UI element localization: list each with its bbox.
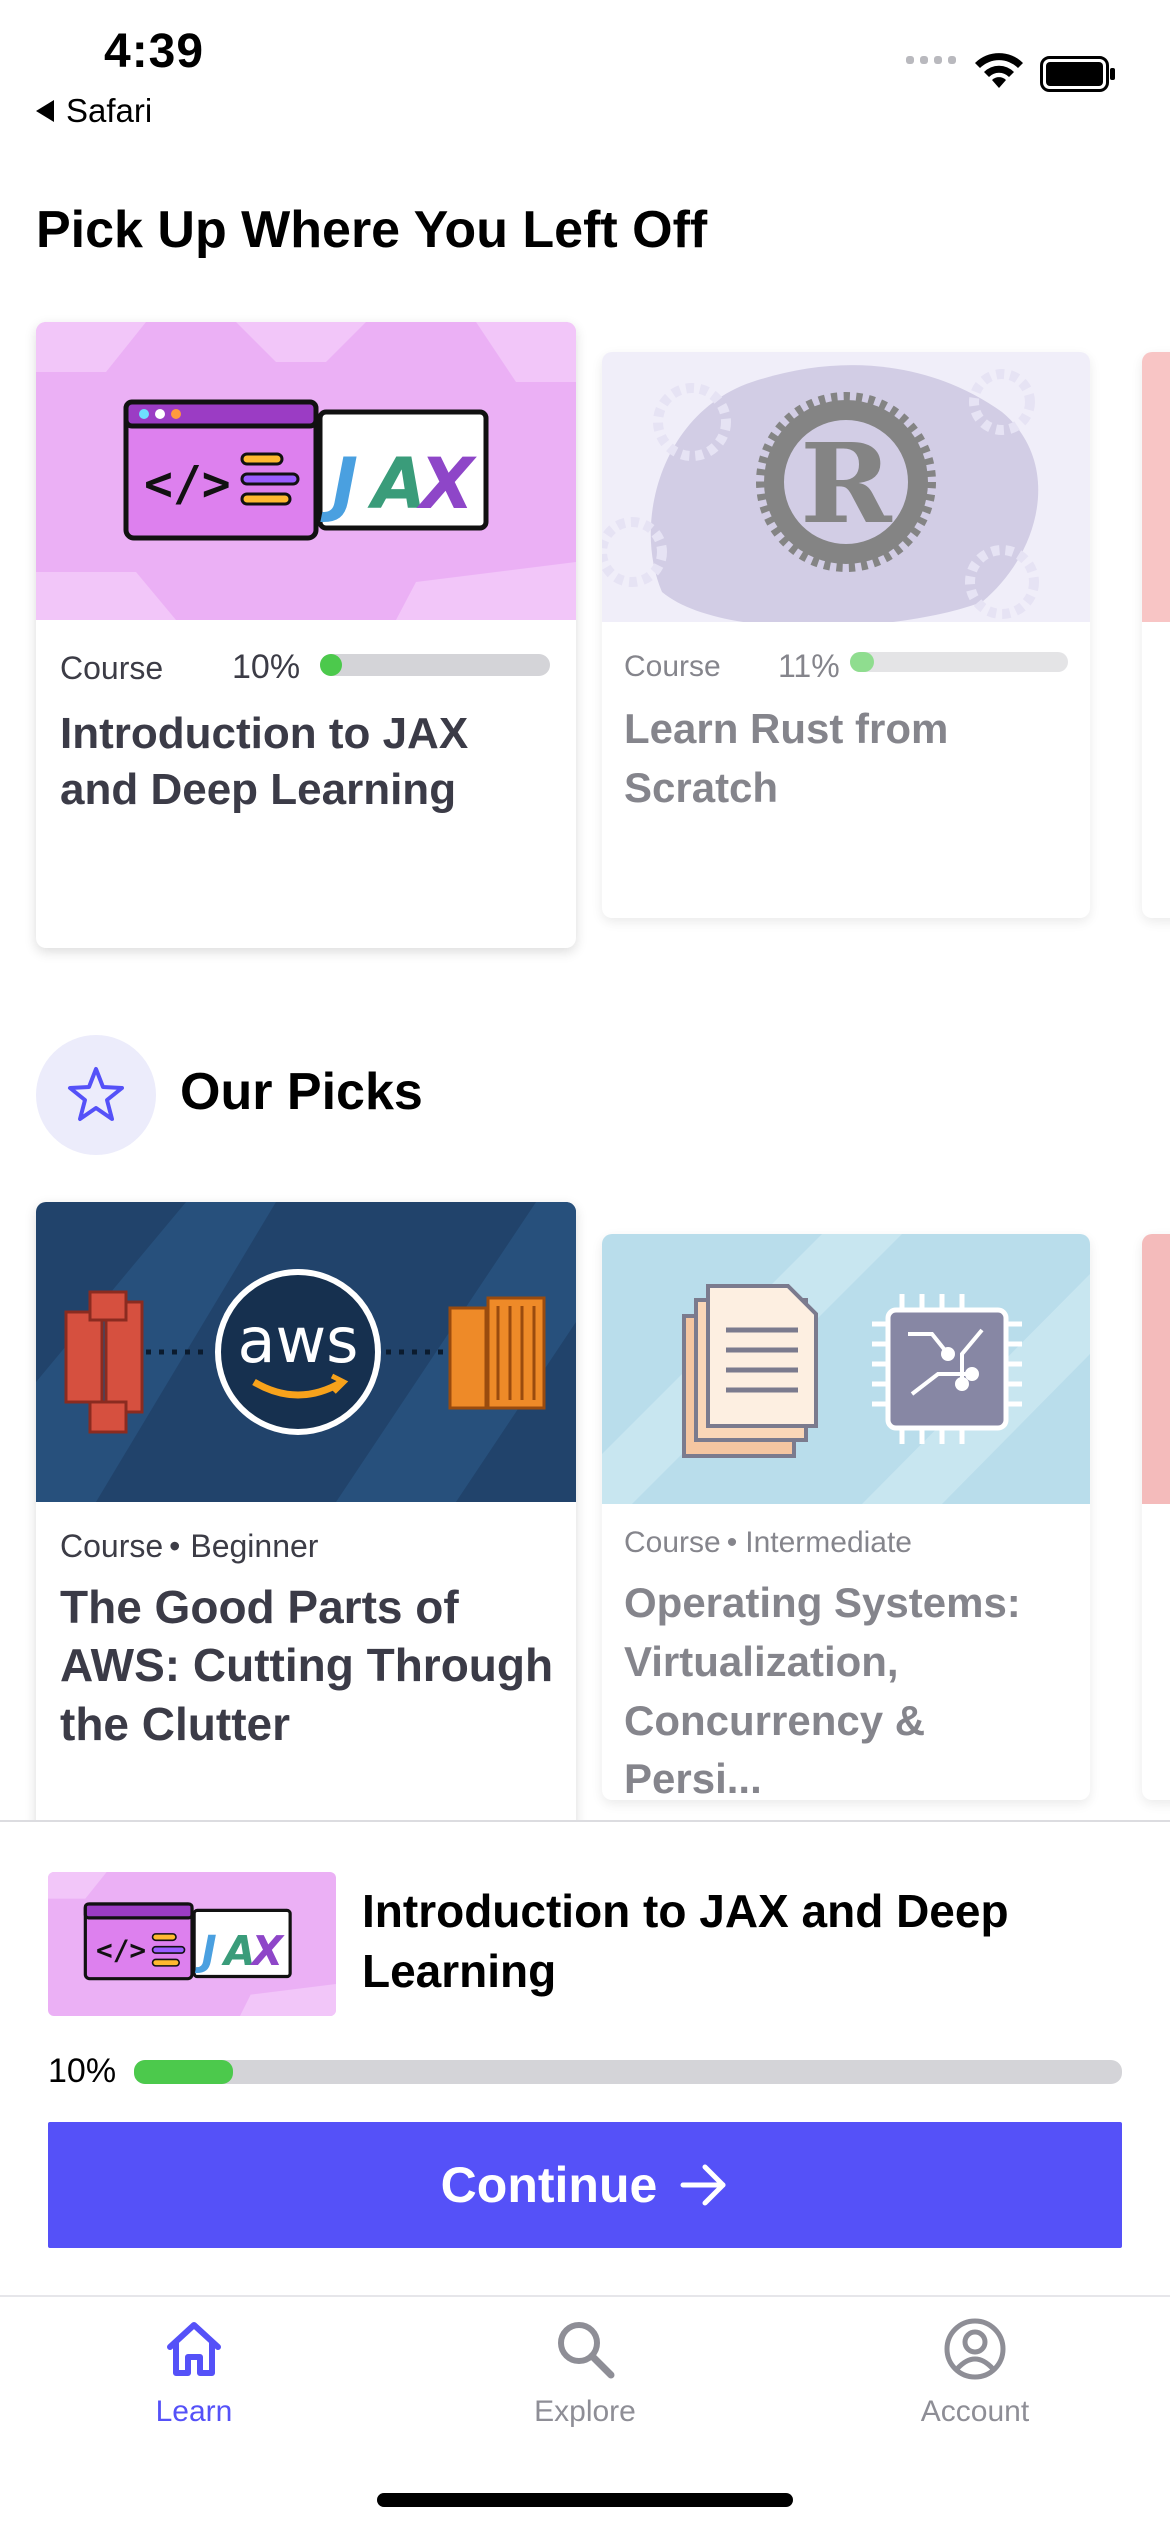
- jax-course-illustration: </> J A X: [48, 1872, 336, 2016]
- home-indicator[interactable]: [377, 2493, 793, 2507]
- back-to-app-link[interactable]: Safari: [36, 92, 152, 130]
- resume-progress-percent: 10%: [48, 2052, 117, 2090]
- progress-bar-fill: [320, 654, 342, 676]
- course-title: Operating Systems: Virtualization, Concu…: [624, 1579, 1021, 1800]
- progress-bar: [320, 654, 550, 676]
- home-icon: [167, 2322, 221, 2376]
- continue-button[interactable]: Continue: [48, 2122, 1122, 2248]
- svg-text:</>: </>: [96, 1933, 146, 1966]
- svg-text:R: R: [800, 419, 893, 548]
- course-level-label: Intermediate: [745, 1526, 912, 1559]
- svg-text:X: X: [416, 443, 477, 525]
- section-title-picks: Our Picks: [180, 1063, 423, 1121]
- tab-explore[interactable]: Explore: [465, 2317, 705, 2429]
- progress-percent: 10%: [232, 648, 301, 686]
- aws-course-illustration: aws: [36, 1202, 576, 1502]
- course-thumbnail: </> J A X: [36, 322, 576, 620]
- wifi-icon: [975, 53, 1023, 88]
- rust-course-illustration: R: [602, 365, 1039, 622]
- course-card-peek[interactable]: [1142, 352, 1170, 918]
- course-card-rust[interactable]: R Course 11% Learn Rust from Scratch: [602, 352, 1090, 918]
- course-card-operating-systems[interactable]: Course • Intermediate Operating Systems:…: [602, 1234, 1090, 1800]
- course-title: Introduction to JAX and Deep Learning: [60, 709, 469, 814]
- course-title: The Good Parts of AWS: Cutting Through t…: [60, 1581, 554, 1750]
- course-meta: Course • Intermediate: [624, 1526, 912, 1560]
- course-thumbnail: [602, 1234, 1090, 1504]
- search-icon: [558, 2322, 615, 2379]
- progress-bar: [850, 652, 1068, 672]
- course-type-label: Course: [624, 1526, 721, 1559]
- tab-explore-label: Explore: [534, 2395, 636, 2428]
- course-thumbnail: [1142, 352, 1170, 622]
- aws-logo-text: aws: [237, 1304, 358, 1377]
- status-time: 4:39: [104, 25, 205, 78]
- course-thumbnail: [1142, 1234, 1170, 1504]
- resume-progress-bar: [134, 2060, 1122, 2084]
- course-level-label: Beginner: [190, 1528, 319, 1564]
- account-icon: [944, 2318, 1006, 2380]
- course-card-aws[interactable]: aws Course • Beginner The Good Parts of …: [36, 1202, 576, 1842]
- svg-text:A: A: [367, 443, 426, 525]
- back-app-label: Safari: [66, 92, 153, 129]
- resume-progress-bar-fill: [134, 2060, 233, 2084]
- svg-text:A: A: [221, 1927, 255, 1975]
- continue-button-label: Continue: [440, 2157, 658, 2213]
- svg-text:X: X: [249, 1927, 285, 1975]
- section-title-continue: Pick Up Where You Left Off: [36, 201, 708, 259]
- battery-icon: [1040, 56, 1115, 92]
- our-picks-badge: [36, 1035, 156, 1155]
- cellular-signal-icon: [906, 56, 956, 64]
- course-type-label: Course: [60, 650, 164, 686]
- os-course-illustration: [602, 1234, 1090, 1504]
- meta-dot: •: [726, 1526, 738, 1559]
- course-meta: Course: [60, 650, 163, 687]
- course-type-label: Course: [60, 1528, 164, 1564]
- jax-course-illustration: </> J A X: [36, 322, 576, 620]
- resume-course-thumbnail: </> J A X: [48, 1872, 336, 2016]
- tab-account[interactable]: Account: [855, 2317, 1095, 2429]
- resume-course-panel: </> J A X Introduction to JAX and Deep L…: [0, 1820, 1170, 2297]
- svg-text:</>: </>: [144, 456, 231, 512]
- course-title: Learn Rust from Scratch: [624, 705, 949, 811]
- resume-course-title: Introduction to JAX and Deep Learning: [362, 1885, 1009, 1997]
- course-card-jax[interactable]: </> J A X Course 10% Introduction to JAX…: [36, 322, 576, 948]
- course-card-peek[interactable]: [1142, 1234, 1170, 1800]
- tab-learn[interactable]: Learn: [74, 2317, 314, 2429]
- tab-account-label: Account: [920, 2395, 1030, 2428]
- back-arrow-icon: [36, 100, 54, 122]
- course-meta: Course • Beginner: [60, 1528, 318, 1565]
- progress-percent: 11%: [778, 648, 840, 684]
- course-thumbnail: aws: [36, 1202, 576, 1502]
- meta-dot: •: [169, 1528, 181, 1564]
- course-type-label: Course: [624, 650, 721, 683]
- arrow-right-icon: [680, 2164, 726, 2206]
- star-icon: [68, 1067, 124, 1121]
- progress-bar-fill: [850, 652, 874, 672]
- tab-learn-label: Learn: [155, 2395, 233, 2428]
- course-thumbnail: R: [602, 352, 1090, 622]
